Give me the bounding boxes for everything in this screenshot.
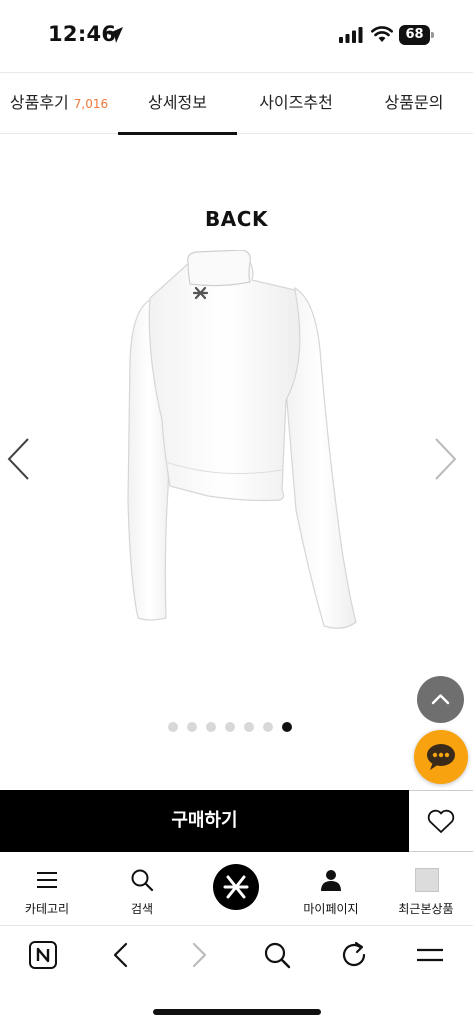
chevron-up-icon — [431, 694, 450, 705]
pagination-dot[interactable] — [187, 722, 197, 732]
tab-reviews-label: 상품후기 — [9, 93, 69, 112]
home-indicator[interactable] — [153, 1009, 321, 1015]
battery-cap — [431, 32, 434, 38]
nav-mypage-label: 마이페이지 — [303, 902, 359, 916]
browser-menu-icon[interactable] — [415, 940, 445, 970]
purchase-bar: 구매하기 — [0, 790, 473, 852]
tab-detail-label: 상세정보 — [148, 93, 207, 112]
product-tab-bar: 상품후기 7,016 상세정보 사이즈추천 상품문의 — [0, 72, 473, 135]
location-arrow-icon — [107, 27, 123, 43]
nav-category[interactable]: 카테고리 — [2, 852, 92, 926]
pagination-dot[interactable] — [263, 722, 273, 732]
pagination-dot[interactable] — [225, 722, 235, 732]
browser-search-icon[interactable] — [262, 940, 292, 970]
pagination-dot[interactable] — [244, 722, 254, 732]
gallery-title: BACK — [205, 207, 268, 231]
gallery-prev-button[interactable] — [4, 436, 34, 482]
chat-bubble-icon — [427, 744, 455, 770]
wishlist-button[interactable] — [409, 790, 473, 852]
app-bottom-nav: 카테고리 검색 마이페이지 최근본상품 — [0, 852, 473, 926]
wifi-icon — [371, 26, 393, 42]
recent-thumbnail — [415, 868, 439, 892]
battery-percent: 68 — [405, 27, 424, 42]
naver-home-icon[interactable] — [28, 940, 58, 970]
brand-logo-icon — [223, 875, 249, 899]
pagination-dot[interactable] — [282, 722, 292, 732]
reload-icon[interactable] — [339, 940, 369, 970]
buy-button[interactable]: 구매하기 — [0, 790, 409, 852]
status-bar: 12:46 68 — [0, 0, 473, 70]
nav-recent-products[interactable]: 최근본상품 — [381, 852, 471, 926]
back-icon[interactable] — [106, 940, 136, 970]
forward-icon[interactable] — [184, 940, 214, 970]
gallery-next-button[interactable] — [430, 436, 460, 482]
tab-qna-label: 상품문의 — [384, 93, 444, 112]
nav-category-label: 카테고리 — [24, 902, 70, 916]
tab-reviews[interactable]: 상품후기 7,016 — [0, 73, 118, 134]
brand-home-button[interactable] — [213, 864, 259, 910]
pagination-dot[interactable] — [168, 722, 178, 732]
cellular-signal-icon — [339, 27, 363, 43]
tab-detail-info[interactable]: 상세정보 — [118, 73, 237, 135]
battery-icon: 68 — [399, 25, 434, 45]
person-icon — [321, 870, 341, 891]
nav-search[interactable]: 검색 — [97, 852, 187, 926]
browser-toolbar — [0, 926, 473, 988]
gallery-pagination — [168, 722, 292, 736]
search-icon — [131, 869, 154, 892]
tab-size-recommend[interactable]: 사이즈추천 — [237, 73, 355, 134]
tab-product-qna[interactable]: 상품문의 — [355, 73, 473, 134]
nav-search-label: 검색 — [130, 902, 154, 916]
nav-recent-label: 최근본상품 — [398, 902, 454, 916]
heart-icon — [427, 809, 455, 833]
nav-mypage[interactable]: 마이페이지 — [286, 852, 376, 926]
tab-size-label: 사이즈추천 — [259, 93, 333, 112]
menu-icon — [37, 872, 57, 888]
scroll-to-top-button[interactable] — [417, 676, 464, 723]
chat-button[interactable] — [414, 730, 468, 784]
pagination-dot[interactable] — [206, 722, 216, 732]
review-count: 7,016 — [73, 97, 109, 111]
product-image-back[interactable] — [110, 250, 370, 640]
